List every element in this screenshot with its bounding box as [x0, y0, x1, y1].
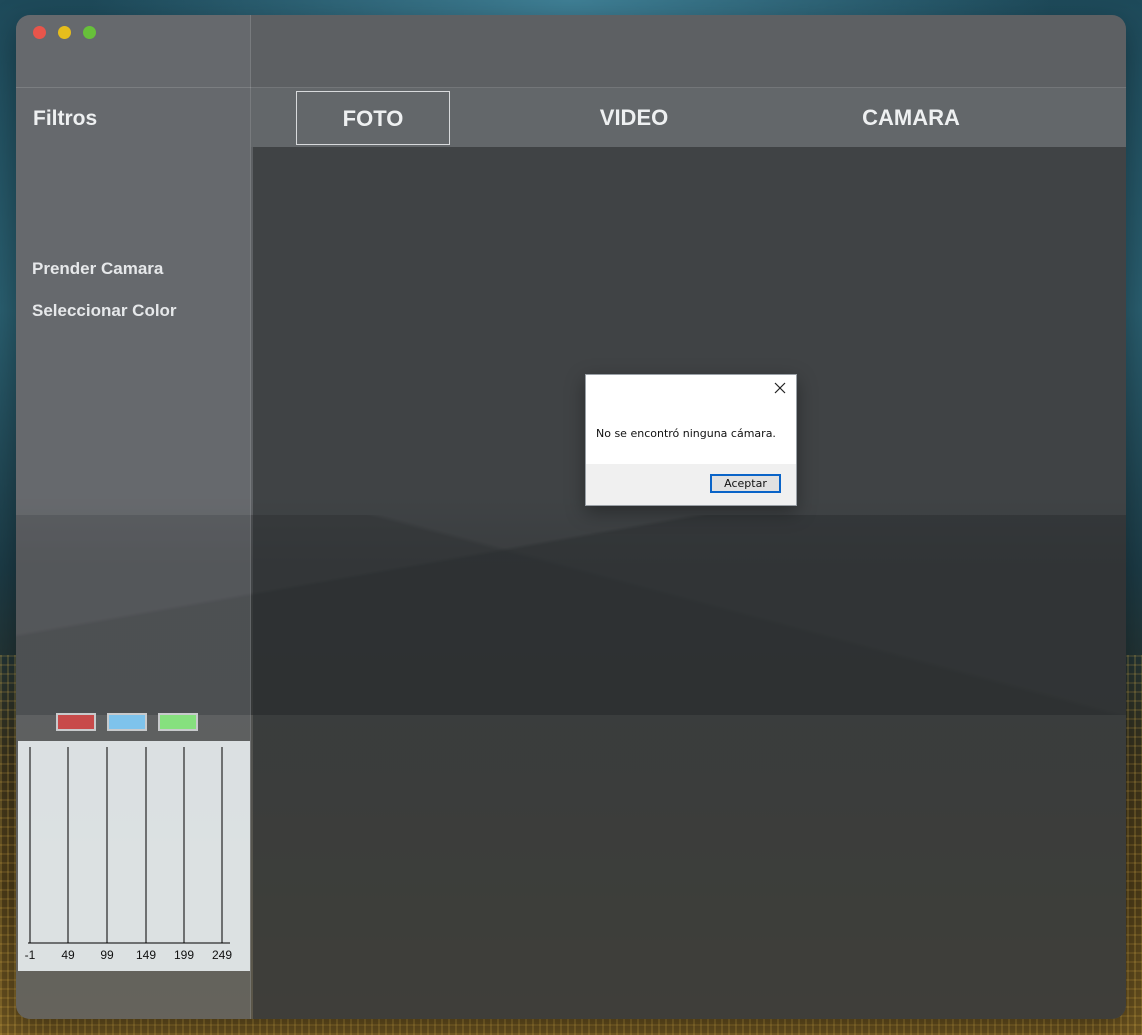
tab-video[interactable]: VIDEO [564, 91, 704, 145]
alert-dialog: No se encontró ninguna cámara. Aceptar [585, 374, 797, 506]
histogram-tick-label: 49 [61, 948, 75, 962]
blue-color-swatch[interactable] [107, 713, 147, 731]
histogram-tick-label: 99 [100, 948, 114, 962]
accept-button[interactable]: Aceptar [710, 474, 781, 493]
dialog-footer: Aceptar [586, 464, 796, 505]
prender-camara-link[interactable]: Prender Camara [32, 259, 163, 279]
close-icon[interactable] [772, 380, 788, 396]
histogram-chart: -1 49 99 149 199 249 [18, 741, 250, 971]
green-color-swatch[interactable] [158, 713, 198, 731]
preview-area [253, 147, 1126, 1019]
histogram-tick-label: 149 [136, 948, 156, 962]
dialog-message: No se encontró ninguna cámara. [596, 427, 776, 440]
seleccionar-color-link[interactable]: Seleccionar Color [32, 301, 177, 321]
minimize-window-button[interactable] [58, 26, 71, 39]
close-window-button[interactable] [33, 26, 46, 39]
tab-camara[interactable]: CAMARA [836, 91, 986, 145]
histogram-tick-label: 199 [174, 948, 194, 962]
tab-foto[interactable]: FOTO [296, 91, 450, 145]
histogram-svg: -1 49 99 149 199 249 [25, 747, 232, 962]
histogram-tick-label: -1 [25, 948, 36, 962]
app-window: Filtros Prender Camara Seleccionar Color… [16, 15, 1126, 1019]
red-color-swatch[interactable] [56, 713, 96, 731]
sidebar-title: Filtros [33, 107, 98, 130]
histogram-tick-label: 249 [212, 948, 232, 962]
maximize-window-button[interactable] [83, 26, 96, 39]
